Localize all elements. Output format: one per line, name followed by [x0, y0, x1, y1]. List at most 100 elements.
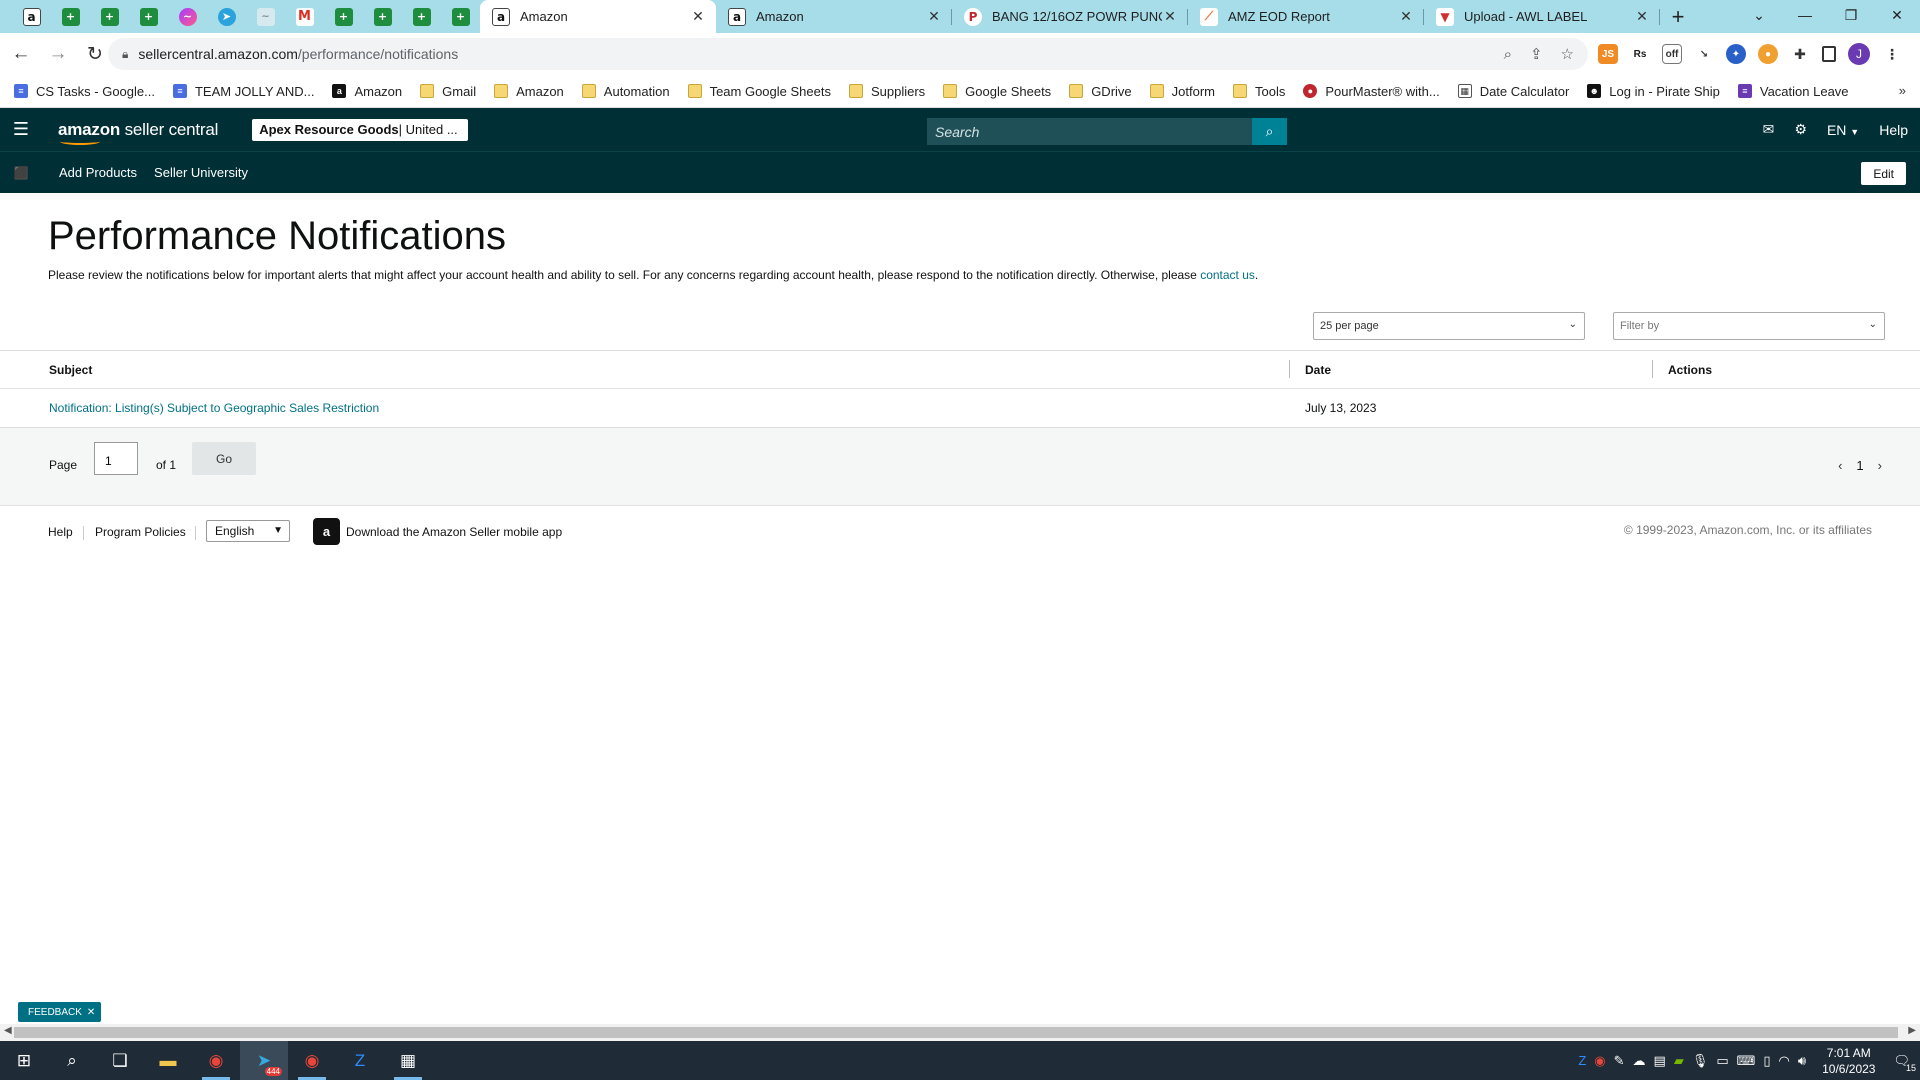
- pinned-tab-sheets-6[interactable]: +: [402, 0, 441, 33]
- mic-tray-icon[interactable]: 🎙︎: [1692, 1053, 1709, 1069]
- close-icon[interactable]: ✕: [926, 8, 942, 25]
- star-icon[interactable]: ☆: [1561, 45, 1574, 63]
- mail-icon[interactable]: ✉: [1763, 121, 1775, 138]
- share-icon[interactable]: ⇪: [1530, 45, 1543, 63]
- pinned-tab-sheets-2[interactable]: +: [90, 0, 129, 33]
- telegram-taskbar-icon[interactable]: ➤ 444: [240, 1041, 288, 1080]
- tab-amazon-2[interactable]: a Amazon ✕: [716, 0, 952, 33]
- footer-program-policies-link[interactable]: Program Policies: [95, 525, 186, 539]
- go-button[interactable]: Go: [192, 442, 256, 475]
- feedback-button[interactable]: FEEDBACK ✕: [18, 1002, 102, 1022]
- bookmark-vacation-leave[interactable]: ≡ Vacation Leave: [1737, 84, 1849, 99]
- pinned-tab-faint[interactable]: ~: [246, 0, 285, 33]
- close-icon[interactable]: ✕: [1398, 8, 1414, 25]
- zoom-app-icon[interactable]: Z: [336, 1041, 384, 1080]
- bookmark-team-jolly[interactable]: ≡ TEAM JOLLY AND...: [172, 84, 314, 99]
- bookmark-folder-gdrive[interactable]: GDrive: [1069, 84, 1132, 99]
- scroll-left-icon[interactable]: ◀: [4, 1025, 12, 1036]
- cloud-tray-icon[interactable]: ☁: [1633, 1053, 1646, 1069]
- cursor-extension-icon[interactable]: ↘: [1694, 44, 1714, 64]
- bookmark-folder-google-sheets[interactable]: Google Sheets: [943, 84, 1051, 99]
- footer-language-select[interactable]: English ▼: [206, 520, 290, 542]
- bookmark-folder-gmail[interactable]: Gmail: [420, 84, 476, 99]
- chrome-profile-icon[interactable]: ◉: [288, 1041, 336, 1080]
- chrome-tray-icon[interactable]: ◉: [1594, 1053, 1605, 1069]
- js-extension-icon[interactable]: JS: [1598, 44, 1618, 64]
- account-switcher[interactable]: Apex Resource Goods | United ...: [252, 118, 469, 141]
- keyboard-tray-icon[interactable]: ⌨: [1737, 1053, 1756, 1069]
- pinned-tab-gmail[interactable]: M: [285, 0, 324, 33]
- bookmark-cs-tasks[interactable]: ≡ CS Tasks - Google...: [14, 84, 155, 99]
- menu-dots-icon[interactable]: ⋮: [1882, 44, 1902, 64]
- horizontal-scrollbar[interactable]: ◀ ▶: [0, 1024, 1920, 1041]
- pinned-tab-telegram[interactable]: ➤: [207, 0, 246, 33]
- close-icon[interactable]: ✕: [1162, 8, 1178, 25]
- restore-icon[interactable]: ❐: [1828, 0, 1874, 30]
- notification-center-icon[interactable]: 🗨︎ 15: [1893, 1053, 1916, 1073]
- chevron-right-icon[interactable]: ›: [1878, 458, 1882, 473]
- tab-amz-eod[interactable]: ⟋ AMZ EOD Report ✕: [1188, 0, 1424, 33]
- edit-button[interactable]: Edit: [1861, 162, 1906, 185]
- pinned-tab-sheets-7[interactable]: +: [441, 0, 480, 33]
- scroll-right-icon[interactable]: ▶: [1908, 1025, 1916, 1036]
- chrome-icon[interactable]: ◉: [192, 1041, 240, 1080]
- seller-central-logo[interactable]: amazon seller central: [58, 120, 218, 145]
- nvidia-tray-icon[interactable]: ▰: [1674, 1053, 1684, 1069]
- chevron-right-double-icon[interactable]: »: [1899, 83, 1906, 98]
- wifi-tray-icon[interactable]: ◠: [1779, 1053, 1790, 1069]
- bookmark-folder-jotform[interactable]: Jotform: [1149, 84, 1215, 99]
- search-icon[interactable]: ⌕: [48, 1041, 96, 1080]
- globe-extension-icon[interactable]: ✦: [1726, 44, 1746, 64]
- bookmark-folder-tools[interactable]: Tools: [1232, 84, 1285, 99]
- tab-awl-label[interactable]: ▼ Upload - AWL LABEL ✕: [1424, 0, 1660, 33]
- close-icon[interactable]: ✕: [1634, 8, 1650, 25]
- header-date[interactable]: Date: [1305, 351, 1331, 389]
- volume-tray-icon[interactable]: 🔊︎: [1798, 1053, 1806, 1069]
- minimize-icon[interactable]: —: [1782, 0, 1828, 30]
- battery-tray-icon[interactable]: ▯: [1763, 1053, 1770, 1069]
- bookmark-folder-suppliers[interactable]: Suppliers: [848, 84, 925, 99]
- zoom-tray-icon[interactable]: Z: [1578, 1053, 1586, 1068]
- hamburger-menu-icon[interactable]: ☰: [0, 119, 42, 140]
- profile-avatar[interactable]: J: [1848, 43, 1870, 65]
- file-explorer-icon[interactable]: ▬: [144, 1041, 192, 1080]
- notification-subject-link[interactable]: Notification: Listing(s) Subject to Geog…: [49, 389, 379, 427]
- subnav-seller-university[interactable]: Seller University: [154, 165, 248, 180]
- side-panel-icon[interactable]: [1822, 46, 1836, 62]
- close-icon[interactable]: ✕: [87, 1007, 95, 1018]
- tab-bang[interactable]: P BANG 12/16OZ POWR PUNCH ✕: [952, 0, 1188, 33]
- help-link[interactable]: Help: [1879, 122, 1908, 138]
- display-tray-icon[interactable]: ▭: [1716, 1053, 1728, 1069]
- close-icon[interactable]: ✕: [690, 8, 706, 25]
- bookmark-folder-team-sheets[interactable]: Team Google Sheets: [687, 84, 831, 99]
- clock[interactable]: 7:01 AM 10/6/2023: [1822, 1045, 1875, 1077]
- language-selector[interactable]: EN ▼: [1827, 122, 1859, 138]
- forward-button[interactable]: →: [42, 38, 74, 70]
- bookmark-pourmaster[interactable]: ● PourMaster® with...: [1303, 84, 1440, 99]
- amazon-app-icon[interactable]: a: [313, 518, 340, 545]
- pen-tray-icon[interactable]: ✎: [1614, 1053, 1625, 1069]
- bookmark-icon[interactable]: ⬛: [0, 166, 42, 180]
- scrollbar-thumb[interactable]: [14, 1027, 1898, 1038]
- pinned-tab-sheets-3[interactable]: +: [129, 0, 168, 33]
- chevron-left-icon[interactable]: ‹: [1838, 458, 1842, 473]
- footer-help-link[interactable]: Help: [48, 525, 73, 539]
- search-button[interactable]: ⌕: [1252, 118, 1287, 145]
- pinned-tab-amazon[interactable]: a: [12, 0, 51, 33]
- tab-search-icon[interactable]: ⌄: [1736, 0, 1782, 30]
- bookmark-amazon[interactable]: a Amazon: [332, 84, 402, 99]
- bookmark-pirate-ship[interactable]: ☻ Log in - Pirate Ship: [1587, 84, 1720, 99]
- windows-start-icon[interactable]: ⊞: [0, 1041, 48, 1080]
- filter-select[interactable]: Filter by ⌄: [1613, 312, 1885, 340]
- gear-icon[interactable]: ⚙: [1794, 121, 1807, 138]
- reload-button[interactable]: ↻: [79, 38, 111, 70]
- per-page-select[interactable]: 25 per page ⌄: [1313, 312, 1585, 340]
- back-button[interactable]: ←: [5, 38, 37, 70]
- pinned-tab-sheets-4[interactable]: +: [324, 0, 363, 33]
- pinned-tab-sheets-5[interactable]: +: [363, 0, 402, 33]
- address-bar[interactable]: 🔒︎ sellercentral.amazon.com/performance/…: [108, 38, 1588, 70]
- lock-icon[interactable]: 🔒︎: [122, 47, 128, 62]
- zoom-icon[interactable]: ⌕: [1504, 46, 1512, 63]
- pinned-tab-messenger[interactable]: ~: [168, 0, 207, 33]
- off-extension-icon[interactable]: off: [1662, 44, 1682, 64]
